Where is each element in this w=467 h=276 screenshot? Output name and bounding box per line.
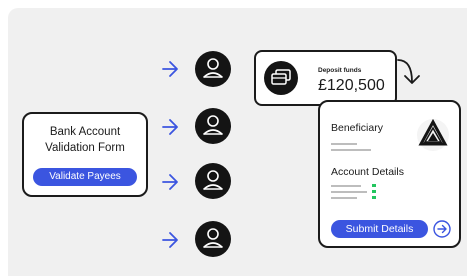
form-title: Bank Account Validation Form (24, 124, 146, 156)
account-details-card: Beneficiary Account Details Submit Detai… (318, 100, 461, 248)
verified-indicator (372, 190, 376, 193)
arrow-right-icon (162, 174, 178, 190)
payee-avatar-icon (195, 163, 231, 199)
credit-card-icon (264, 61, 298, 95)
form-title-line-2: Validation Form (45, 142, 125, 154)
payee-avatar-icon (195, 51, 231, 87)
arrow-right-icon (162, 61, 178, 77)
placeholder-line (331, 185, 361, 187)
submit-details-button[interactable]: Submit Details (331, 220, 428, 238)
form-title-line-1: Bank Account (49, 126, 121, 138)
bank-logo-icon (417, 118, 449, 151)
payee-avatar-icon (195, 108, 231, 144)
curved-arrow-down-icon (397, 59, 420, 84)
arrow-right-icon (162, 232, 178, 248)
placeholder-line (331, 191, 367, 193)
deposit-amount: £120,500 (318, 77, 385, 94)
placeholder-line (331, 197, 357, 199)
arrow-right-icon (162, 119, 178, 135)
verified-indicator (372, 184, 376, 187)
account-details-label: Account Details (331, 166, 404, 178)
deposit-funds-card: Deposit funds £120,500 (254, 50, 397, 106)
beneficiary-label: Beneficiary (331, 122, 383, 134)
verified-indicator (372, 196, 376, 199)
deposit-label: Deposit funds (318, 67, 362, 74)
validate-payees-button[interactable]: Validate Payees (33, 168, 137, 186)
payee-avatar-icon (195, 221, 231, 257)
validation-form-card: Bank Account Validation Form Validate Pa… (22, 112, 148, 197)
placeholder-line (331, 143, 357, 145)
submit-arrow-icon[interactable] (433, 220, 451, 238)
placeholder-line (331, 149, 371, 151)
